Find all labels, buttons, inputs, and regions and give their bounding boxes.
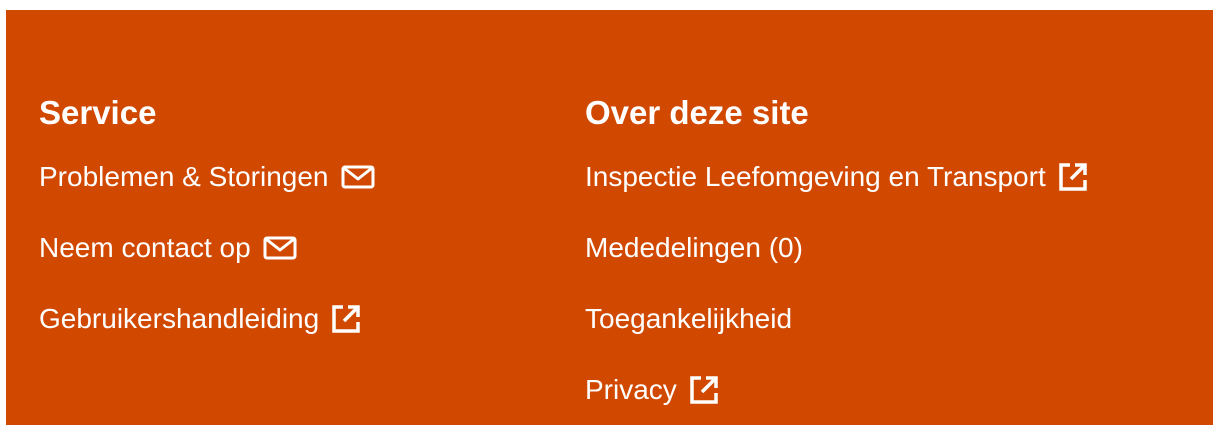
link-label: Gebruikershandleiding bbox=[39, 303, 320, 334]
list-item: Inspectie Leefomgeving en Transport bbox=[585, 160, 1088, 231]
list-item: Problemen & Storingen bbox=[39, 160, 375, 231]
service-heading: Service bbox=[39, 94, 157, 131]
privacy-link[interactable]: Privacy bbox=[585, 373, 719, 407]
link-label: Neem contact op bbox=[39, 232, 251, 263]
external-link-icon bbox=[689, 375, 719, 405]
link-label: Privacy bbox=[585, 374, 677, 405]
link-label: Problemen & Storingen bbox=[39, 161, 329, 192]
external-link-icon bbox=[1058, 162, 1088, 192]
link-label: Toegankelijkheid bbox=[585, 303, 793, 334]
contact-link[interactable]: Neem contact op bbox=[39, 231, 297, 265]
mail-icon bbox=[263, 236, 297, 260]
external-link-icon bbox=[331, 304, 361, 334]
ilt-link[interactable]: Inspectie Leefomgeving en Transport bbox=[585, 160, 1088, 194]
list-item: Mededelingen (0) bbox=[585, 231, 1088, 302]
list-item: Gebruikershandleiding bbox=[39, 302, 375, 373]
footer-column-about: Over deze site Inspectie Leefomgeving en… bbox=[585, 94, 1088, 444]
mail-icon bbox=[341, 165, 375, 189]
site-footer: Service Problemen & Storingen Neem conta… bbox=[6, 10, 1213, 425]
announcements-link[interactable]: Mededelingen (0) bbox=[585, 231, 803, 265]
about-link-list: Inspectie Leefomgeving en Transport Mede… bbox=[585, 160, 1088, 444]
service-link-list: Problemen & Storingen Neem contact op Ge… bbox=[39, 160, 375, 373]
link-label: Inspectie Leefomgeving en Transport bbox=[585, 161, 1046, 192]
accessibility-link[interactable]: Toegankelijkheid bbox=[585, 302, 792, 336]
footer-column-service: Service Problemen & Storingen Neem conta… bbox=[39, 94, 375, 373]
list-item: Privacy bbox=[585, 373, 1088, 444]
user-manual-link[interactable]: Gebruikershandleiding bbox=[39, 302, 361, 336]
list-item: Toegankelijkheid bbox=[585, 302, 1088, 373]
list-item: Neem contact op bbox=[39, 231, 375, 302]
problems-link[interactable]: Problemen & Storingen bbox=[39, 160, 375, 194]
link-label: Mededelingen (0) bbox=[585, 232, 803, 263]
about-heading: Over deze site bbox=[585, 94, 809, 131]
